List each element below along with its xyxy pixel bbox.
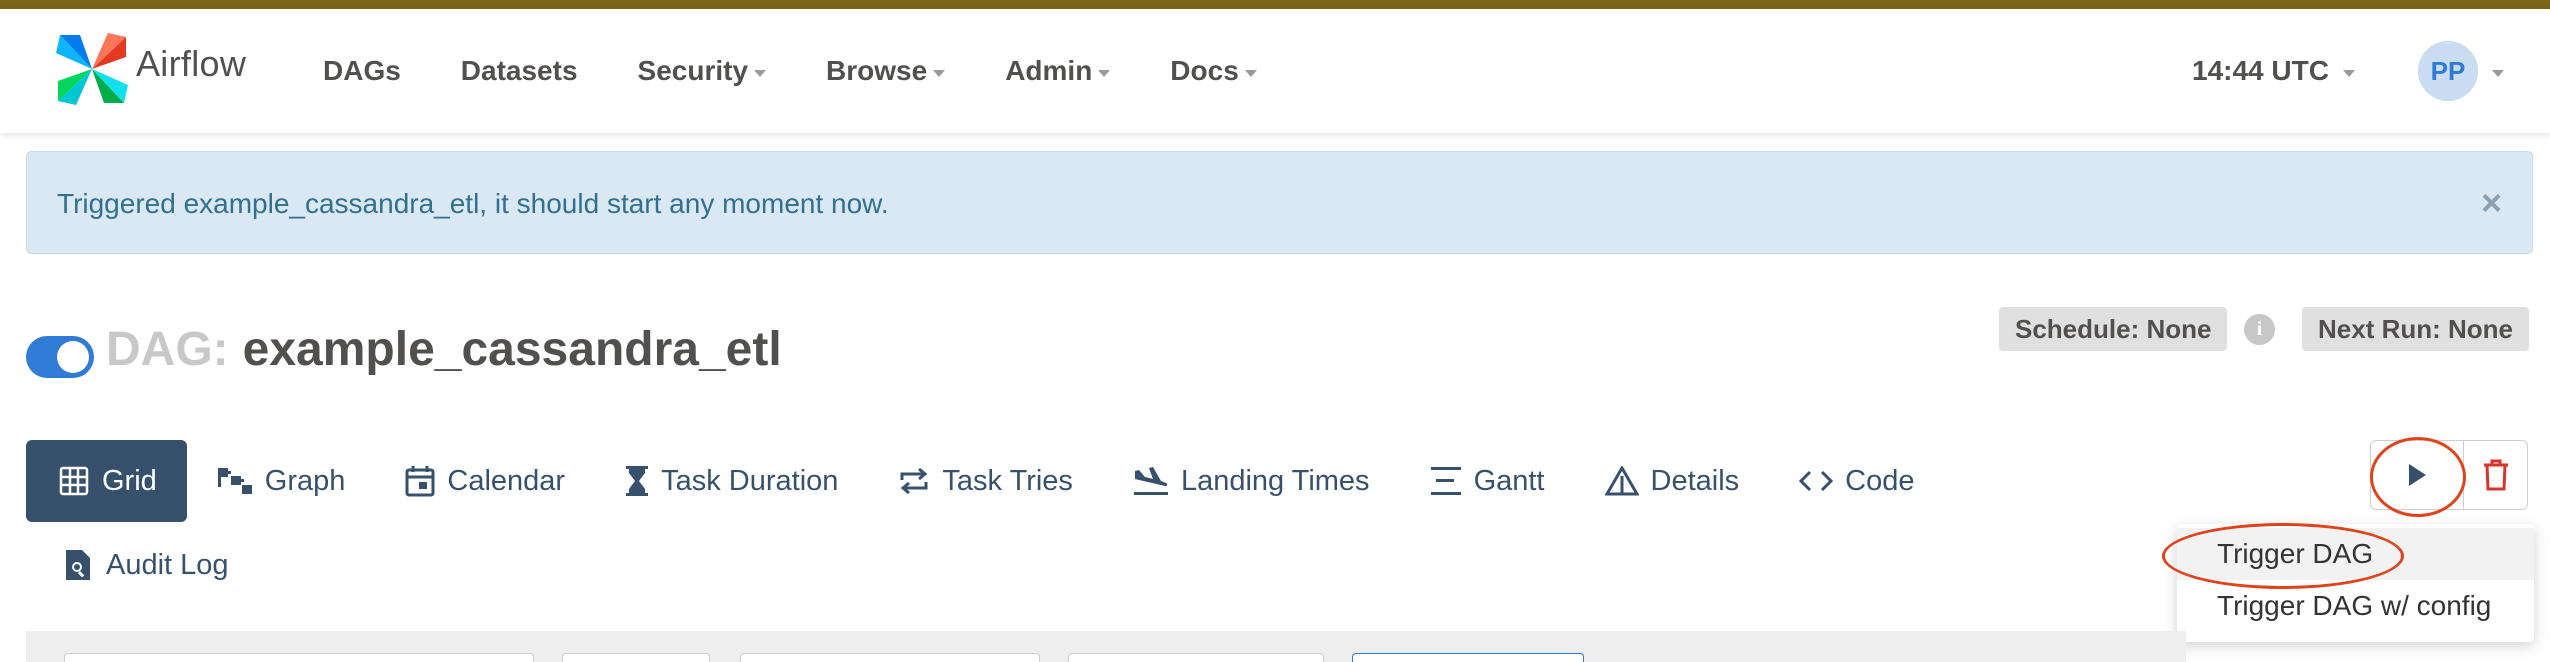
brand-name: Airflow [136,43,247,84]
dag-view-tabs: Grid Graph Calendar Task Duration Task T… [26,440,1944,522]
plane-landing-icon [1133,465,1169,497]
tab-label: Details [1650,464,1740,497]
close-icon[interactable]: × [2481,182,2502,224]
alert-message: Triggered example_cassandra_etl, it shou… [57,188,889,219]
caret-down-icon [933,69,946,77]
nav-item-label: Admin [1005,55,1093,86]
nav-item-label: Security [637,55,749,86]
caret-down-icon [2342,69,2355,77]
nav-item-label: Datasets [460,55,578,86]
warning-triangle-icon [1604,466,1639,496]
delete-dag-button[interactable] [2464,440,2528,510]
grid-icon [58,465,90,497]
nav-item-security[interactable]: Security [638,55,767,87]
tab-label: Graph [264,464,346,497]
code-icon [1799,469,1834,493]
repeat-icon [898,466,930,496]
avatar: PP [2418,41,2478,101]
tab-gantt[interactable]: Gantt [1400,440,1575,522]
user-menu[interactable]: PP [2418,41,2504,101]
nav-item-dags[interactable]: DAGs [323,55,401,87]
play-icon [2409,464,2426,486]
caret-down-icon [2492,69,2504,77]
tab-landing-times[interactable]: Landing Times [1103,440,1400,522]
nav-item-admin[interactable]: Admin [1005,55,1111,87]
tab-label: Gantt [1473,464,1545,497]
brand-logo[interactable]: Airflow [54,29,246,109]
top-stripe [0,0,2550,9]
gantt-icon [1430,465,1462,497]
nav-menu: DAGs Datasets Security Browse Admin Docs [323,9,1317,133]
tab-task-tries[interactable]: Task Tries [868,440,1103,522]
tab-label: Task Tries [942,464,1073,497]
menu-item-label: Trigger DAG [2217,538,2374,569]
tab-label: Calendar [447,464,566,497]
tab-graph[interactable]: Graph [187,440,376,522]
nav-item-docs[interactable]: Docs [1170,55,1257,87]
toggle-knob [57,341,89,373]
trigger-dropdown-menu: Trigger DAG Trigger DAG w/ config [2177,524,2534,642]
filter-control[interactable] [1068,653,1324,662]
caret-down-icon [1244,69,1257,77]
nav-item-browse[interactable]: Browse [826,55,946,87]
tab-label: Grid [102,464,157,497]
tab-label: Landing Times [1180,464,1370,497]
nav-item-label: Browse [826,55,928,86]
dag-label: DAG: [106,323,229,376]
hourglass-icon [625,465,649,497]
tab-details[interactable]: Details [1575,440,1770,522]
tab-label: Audit Log [106,548,229,581]
tab-task-duration[interactable]: Task Duration [595,440,868,522]
tab-audit-log[interactable]: Audit Log [26,524,263,606]
timezone-dropdown[interactable]: 14:44 UTC [2192,9,2355,133]
page-title: DAG: example_cassandra_etl [106,322,782,377]
dag-pause-toggle[interactable] [26,336,94,378]
filter-control[interactable] [562,653,710,662]
nav-item-label: DAGs [323,55,401,86]
filter-control[interactable] [1352,653,1584,662]
dag-actions [2370,440,2528,510]
tab-label: Code [1845,464,1915,497]
menu-item-trigger-dag-with-config[interactable]: Trigger DAG w/ config [2177,580,2534,632]
filter-control[interactable] [740,653,1040,662]
tab-code[interactable]: Code [1769,440,1944,522]
file-search-icon [64,548,92,582]
tab-grid[interactable]: Grid [26,440,187,522]
navbar: Airflow DAGs Datasets Security Browse Ad… [0,9,2550,133]
nav-item-datasets[interactable]: Datasets [461,55,578,87]
alert-banner: Triggered example_cassandra_etl, it shou… [26,151,2533,254]
caret-down-icon [754,69,767,77]
airflow-pinwheel-icon [56,33,128,105]
tab-label: Task Duration [661,464,839,497]
trigger-dag-button[interactable] [2370,440,2464,510]
menu-item-trigger-dag[interactable]: Trigger DAG [2177,528,2534,580]
menu-item-label: Trigger DAG w/ config [2217,590,2492,621]
next-run-badge: Next Run: None [2302,307,2529,351]
filter-control[interactable] [64,653,534,662]
tab-calendar[interactable]: Calendar [375,440,595,522]
caret-down-icon [1098,69,1111,77]
info-icon[interactable]: i [2244,314,2275,345]
dag-name: example_cassandra_etl [242,323,782,376]
calendar-icon [405,465,435,497]
trash-icon [2483,459,2508,491]
nav-item-label: Docs [1170,55,1239,86]
graph-icon [217,466,253,496]
schedule-badge: Schedule: None [1999,307,2228,351]
current-time: 14:44 UTC [2192,55,2329,86]
